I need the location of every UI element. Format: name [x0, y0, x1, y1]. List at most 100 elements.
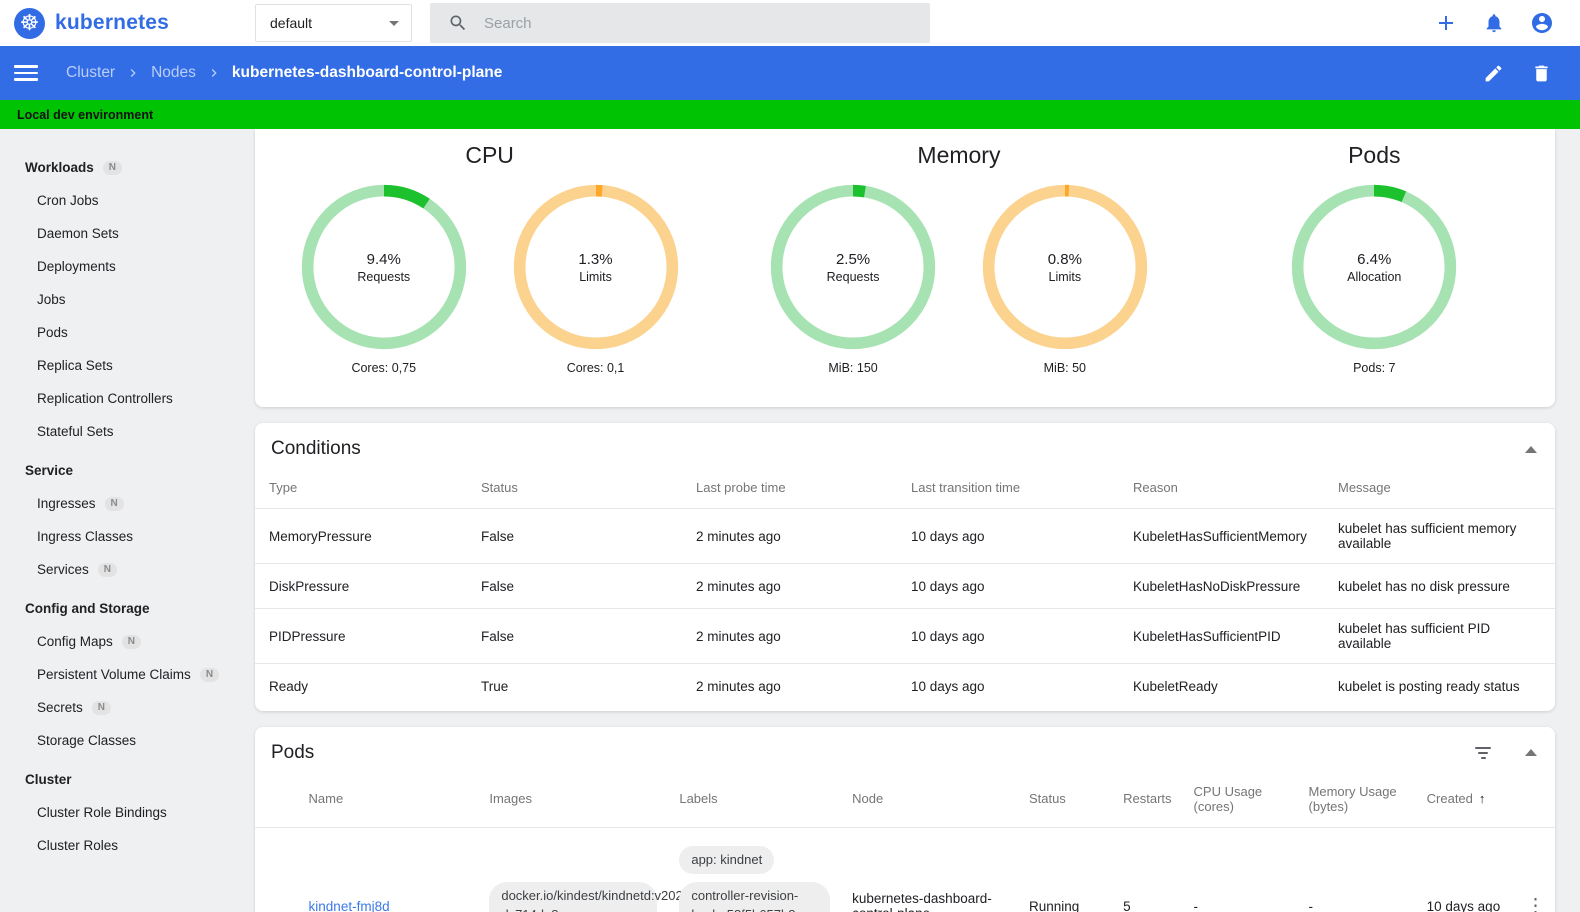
sidebar-header-label: Config and Storage: [25, 601, 150, 616]
namespaced-badge: N: [102, 160, 122, 175]
chevron-down-icon: [389, 20, 399, 26]
column-header-cpu-usage: CPU Usage (cores): [1193, 783, 1263, 814]
chevron-right-icon: [130, 69, 136, 77]
cpu-limits-donut: 1.3% Limits Cores: 0,1: [513, 184, 679, 375]
sidebar-item-persistent-volume-claims[interactable]: Persistent Volume Claims N: [0, 658, 253, 691]
sidebar-item-replica-sets[interactable]: Replica Sets: [0, 349, 253, 382]
search-input[interactable]: [484, 14, 918, 32]
sidebar-item-pods[interactable]: Pods: [0, 316, 253, 349]
page-title: kubernetes-dashboard-control-plane: [231, 64, 503, 81]
column-header-message: Message: [1338, 480, 1391, 495]
pod-created: 10 days ago: [1414, 826, 1514, 912]
sidebar-item-cluster-role-bindings[interactable]: Cluster Role Bindings: [0, 796, 253, 829]
plus-icon: [1439, 16, 1453, 30]
column-header-actions: [1514, 776, 1555, 828]
brand-name: kubernetes: [55, 11, 170, 34]
sidebar-header-label: Service: [25, 463, 74, 478]
sidebar-item-storage-classes[interactable]: Storage Classes: [0, 724, 253, 757]
account-button[interactable]: [1530, 11, 1554, 35]
sidebar-item-cluster-roles[interactable]: Cluster Roles: [0, 829, 253, 862]
pods-section-title: Pods: [1348, 142, 1401, 168]
bell-icon: [1486, 14, 1502, 33]
pods-table: Name Images Labels Node Status Restarts …: [255, 776, 1555, 912]
environment-banner: Local dev environment: [0, 100, 1580, 129]
menu-hamburger-icon[interactable]: [14, 61, 38, 85]
kubernetes-logo-icon: ☸: [14, 7, 45, 39]
column-header-status-dot: [255, 776, 297, 828]
pencil-icon: [1485, 65, 1501, 81]
column-header-created[interactable]: Created: [1415, 776, 1514, 828]
sidebar-item-services[interactable]: Services N: [0, 553, 253, 586]
sidebar-item-replication-controllers[interactable]: Replication Controllers: [0, 382, 253, 415]
condition-row: MemoryPressure False 2 minutes ago 10 da…: [255, 508, 1555, 564]
kubernetes-dashboard: ☸ kubernetes default Cluster: [0, 0, 1580, 912]
sidebar-item-cluster[interactable]: Cluster: [0, 763, 253, 796]
sidebar-item-service[interactable]: Service: [0, 454, 253, 487]
cpu-section-title: CPU: [465, 142, 514, 168]
condition-row: PIDPressure False 2 minutes ago 10 days …: [255, 608, 1555, 664]
pod-image-chip: docker.io/kindest/kindnetd:v20230511-dc7…: [489, 882, 722, 912]
pod-name-link[interactable]: kindnet-fmj8d: [309, 899, 390, 912]
sidebar-item-cron-jobs[interactable]: Cron Jobs: [0, 184, 253, 217]
sidebar-item-ingresses[interactable]: Ingresses N: [0, 487, 253, 520]
sidebar-item-deployments[interactable]: Deployments: [0, 250, 253, 283]
conditions-card: Conditions Type Status Last probe time L…: [255, 423, 1555, 711]
column-header-status: Status: [1028, 791, 1066, 806]
chevron-right-icon: [211, 69, 217, 77]
pod-row: kindnet-fmj8d docker.io/kindest/kindnetd…: [255, 826, 1555, 912]
namespaced-badge: N: [91, 700, 112, 715]
allocation-card: CPU 9.4% Requests Cores: 0,75 1.3% Limit…: [255, 129, 1555, 407]
column-header-name: Name: [308, 791, 344, 806]
collapse-card-icon[interactable]: [1525, 445, 1537, 453]
user-account-icon: [1532, 13, 1552, 33]
column-header-type: Type: [269, 480, 298, 495]
pod-actions-kebab-icon[interactable]: [1526, 897, 1545, 912]
sidebar-item-jobs[interactable]: Jobs: [0, 283, 253, 316]
add-resource-button[interactable]: [1434, 11, 1458, 35]
breadcrumb-nodes[interactable]: Nodes: [151, 64, 196, 82]
column-header-status: Status: [481, 480, 518, 495]
memory-allocation-group: Memory 2.5% Requests MiB: 150 0.8% Limit…: [724, 142, 1193, 407]
sidebar-item-secrets[interactable]: Secrets N: [0, 691, 253, 724]
search-icon: [450, 15, 466, 31]
edit-button[interactable]: [1481, 61, 1505, 85]
brand[interactable]: ☸ kubernetes: [0, 7, 255, 39]
conditions-table: Type Status Last probe time Last transit…: [255, 472, 1555, 709]
pod-node: kubernetes-dashboard-control-plane: [840, 826, 1017, 912]
column-header-images: Images: [489, 791, 532, 806]
sort-ascending-icon: [1473, 791, 1486, 806]
sidebar-item-daemon-sets[interactable]: Daemon Sets: [0, 217, 253, 250]
column-header-node: Node: [852, 791, 884, 806]
conditions-title: Conditions: [271, 438, 361, 459]
cpu-requests-donut: 9.4% Requests Cores: 0,75: [301, 184, 467, 375]
sidebar-item-ingress-classes[interactable]: Ingress Classes: [0, 520, 253, 553]
sidebar-header-label: Cluster: [25, 772, 72, 787]
column-header-last-transition-time: Last transition time: [911, 480, 1021, 495]
namespace-select[interactable]: default: [255, 4, 412, 42]
breadcrumb-cluster[interactable]: Cluster: [66, 64, 115, 82]
header-actions: [1434, 11, 1580, 35]
breadcrumb: Cluster Nodes kubernetes-dashboard-contr…: [66, 64, 502, 82]
column-header-restarts: Restarts: [1123, 791, 1172, 806]
sidebar-item-config-and-storage[interactable]: Config and Storage: [0, 592, 253, 625]
cpu-allocation-group: CPU 9.4% Requests Cores: 0,75 1.3% Limit…: [255, 142, 724, 407]
pods-allocation-donut: 6.4% Allocation Pods: 7: [1291, 184, 1457, 375]
notifications-button[interactable]: [1482, 11, 1506, 35]
pod-label-chip: controller-revision-hash: 58f5b657b8: [679, 882, 831, 912]
main-content: CPU 9.4% Requests Cores: 0,75 1.3% Limit…: [253, 129, 1580, 912]
trash-icon: [1534, 65, 1548, 81]
filter-icon[interactable]: [1475, 746, 1491, 759]
top-header: ☸ kubernetes default: [0, 0, 1580, 46]
column-header-reason: Reason: [1133, 480, 1178, 495]
sidebar-header-label: Workloads: [25, 160, 94, 175]
sidebar-item-config-maps[interactable]: Config Maps N: [0, 625, 253, 658]
delete-button[interactable]: [1529, 61, 1553, 85]
action-bar: Cluster Nodes kubernetes-dashboard-contr…: [0, 46, 1580, 100]
pod-restarts: 5: [1111, 826, 1182, 912]
sidebar-item-workloads[interactable]: Workloads N: [0, 151, 253, 184]
collapse-card-icon[interactable]: [1525, 749, 1537, 756]
pods-allocation-group: Pods 6.4% Allocation Pods: 7: [1194, 142, 1555, 407]
condition-row: Ready True 2 minutes ago 10 days ago Kub…: [255, 663, 1555, 709]
sidebar-item-stateful-sets[interactable]: Stateful Sets: [0, 415, 253, 448]
pods-card: Pods Name Images Labels Node Status Rest…: [255, 726, 1555, 912]
